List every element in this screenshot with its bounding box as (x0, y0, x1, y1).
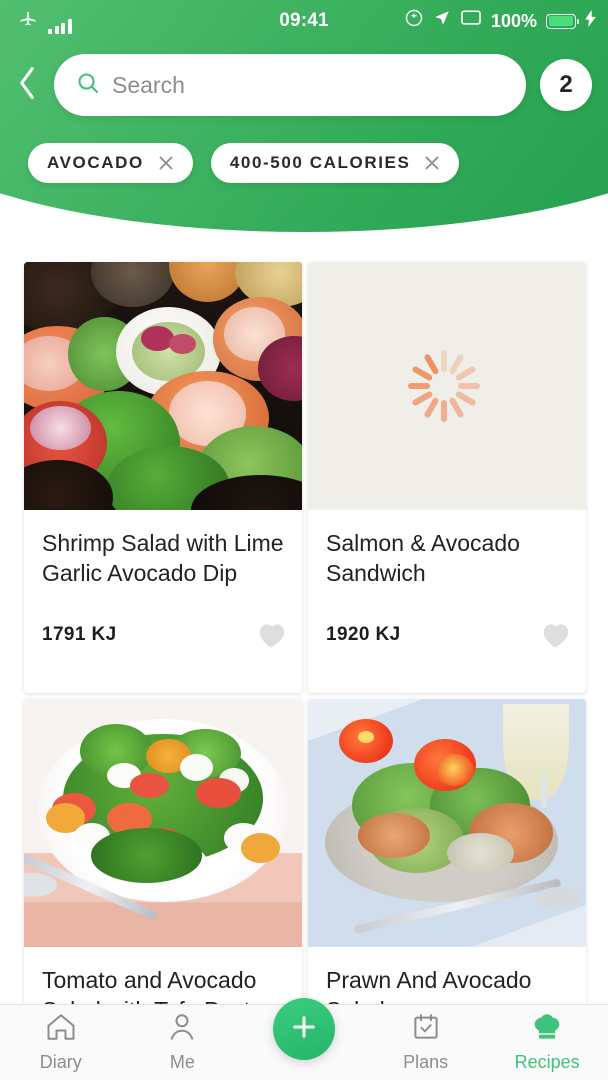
filter-chip-avocado[interactable]: AVOCADO (28, 143, 193, 183)
recipe-image (24, 262, 302, 510)
recipe-image-placeholder (308, 262, 586, 510)
nav-item-recipes[interactable]: Recipes (486, 1012, 608, 1073)
plus-icon (289, 1012, 319, 1047)
chevron-left-icon (17, 66, 37, 105)
filter-count-badge[interactable]: 2 (540, 59, 592, 111)
rotation-lock-icon (404, 8, 424, 34)
screen-mirroring-icon (460, 9, 482, 33)
heart-icon[interactable] (540, 621, 570, 649)
recipe-title: Salmon & Avocado Sandwich (326, 530, 520, 587)
recipe-card[interactable]: Salmon & Avocado Sandwich 1920 KJ (308, 262, 586, 693)
app-header: 09:41 100% Search 2 AVOCADO 400-500 CALO… (0, 0, 608, 232)
charging-bolt-icon (585, 9, 596, 33)
close-icon[interactable] (158, 155, 174, 171)
add-button[interactable] (273, 998, 335, 1060)
nav-label-diary: Diary (39, 1052, 82, 1072)
recipe-title: Shrimp Salad with Lime Garlic Avocado Di… (42, 530, 284, 587)
recipe-energy: 1920 KJ (326, 624, 401, 645)
battery-percent-label: 100% (490, 10, 537, 31)
search-icon (76, 71, 100, 100)
filter-chip-label: 400-500 CALORIES (229, 153, 411, 172)
nav-item-diary[interactable]: Diary (0, 1012, 122, 1073)
recipe-image (308, 699, 586, 947)
back-button[interactable] (0, 54, 54, 116)
person-icon (167, 1012, 197, 1047)
location-arrow-icon (433, 9, 451, 33)
filter-chips: AVOCADO 400-500 CALORIES (28, 143, 460, 183)
bottom-navigation: Diary Me Plans Recipes (0, 998, 608, 1080)
search-input[interactable]: Search (54, 54, 526, 116)
close-icon[interactable] (424, 155, 440, 171)
filter-chip-label: AVOCADO (47, 153, 144, 172)
recipe-energy: 1791 KJ (42, 624, 117, 645)
nav-label-me: Me (169, 1052, 195, 1072)
app-screen: 09:41 100% Search 2 AVOCADO 400-500 CALO… (0, 0, 608, 1080)
nav-label-recipes: Recipes (514, 1052, 580, 1072)
battery-icon (546, 13, 580, 29)
nav-item-me[interactable]: Me (122, 1012, 244, 1073)
nav-item-plans[interactable]: Plans (365, 1012, 487, 1073)
home-icon (44, 1012, 78, 1047)
heart-icon[interactable] (256, 621, 286, 649)
recipe-grid: Shrimp Salad with Lime Garlic Avocado Di… (24, 262, 586, 1080)
loading-spinner-icon (408, 350, 483, 422)
filter-chip-calories[interactable]: 400-500 CALORIES (210, 143, 460, 183)
search-placeholder: Search (112, 71, 185, 98)
recipe-card[interactable]: Shrimp Salad with Lime Garlic Avocado Di… (24, 262, 302, 693)
chef-hat-icon (531, 1012, 563, 1047)
calendar-check-icon (411, 1012, 441, 1047)
search-row: Search 2 (0, 54, 608, 116)
recipe-image (24, 699, 302, 947)
status-bar: 09:41 100% (0, 0, 608, 42)
nav-label-plans: Plans (403, 1052, 449, 1072)
